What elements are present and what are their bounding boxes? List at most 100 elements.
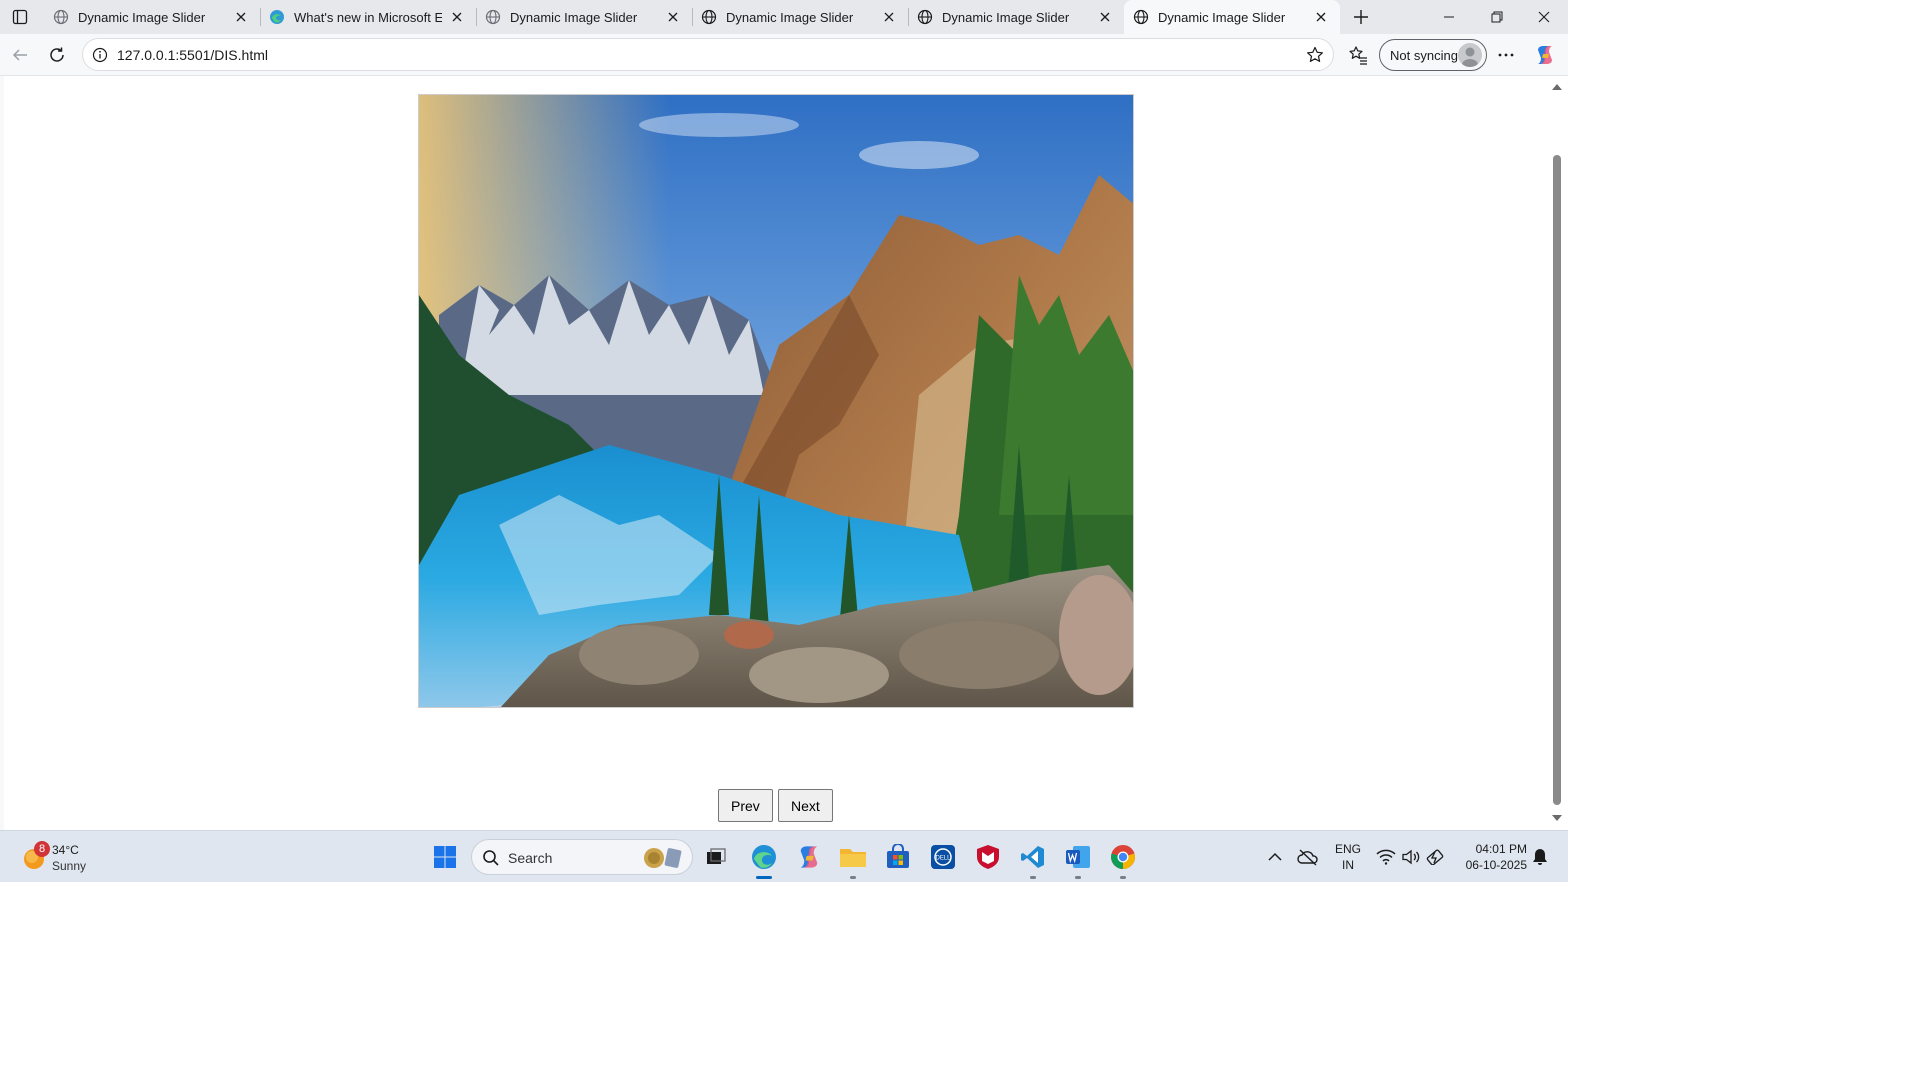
running-indicator (1075, 876, 1081, 879)
vertical-tabs-icon (12, 9, 28, 25)
svg-text:DELL: DELL (935, 856, 951, 862)
minimize-icon (1444, 16, 1454, 18)
start-button[interactable] (428, 840, 462, 874)
clock[interactable]: 04:01 PM 06-10-2025 (1455, 841, 1527, 873)
tab[interactable]: Dynamic Image Slider (476, 0, 692, 34)
profile-sync-button[interactable]: Not syncing (1379, 39, 1487, 71)
back-button[interactable] (6, 41, 34, 69)
scroll-up-arrow-icon[interactable] (1551, 83, 1563, 91)
volume-button[interactable] (1398, 840, 1424, 874)
close-tab-icon[interactable] (1312, 8, 1330, 26)
vscode-icon (1021, 846, 1044, 868)
taskbar-file-explorer[interactable] (836, 840, 870, 879)
task-view-button[interactable] (699, 840, 733, 874)
taskbar-chrome[interactable] (1106, 840, 1140, 879)
tab[interactable]: What's new in Microsoft Edge (260, 0, 476, 34)
tab-title: Dynamic Image Slider (942, 9, 1070, 25)
edge-icon (752, 845, 776, 869)
taskbar-mcafee[interactable] (971, 840, 1005, 874)
notifications-button[interactable] (1528, 840, 1552, 874)
taskbar-word[interactable] (1061, 840, 1095, 879)
scrollbar-thumb[interactable] (1553, 155, 1561, 805)
prev-button[interactable]: Prev (718, 789, 773, 822)
notification-badge: 8 (34, 841, 50, 857)
onedrive-button[interactable] (1293, 840, 1323, 874)
new-tab-button[interactable] (1349, 5, 1373, 29)
onedrive-offline-icon (1297, 849, 1318, 866)
region-code: IN (1342, 858, 1354, 872)
clock-date: 06-10-2025 (1465, 858, 1527, 872)
tab[interactable]: Dynamic Image Slider (908, 0, 1124, 34)
clock-time: 04:01 PM (1475, 842, 1527, 856)
taskbar-vscode[interactable] (1016, 840, 1050, 879)
windows-taskbar: 8 34°C Sunny Search DELL ENG IN 04:01 PM… (0, 830, 1568, 882)
globe-icon (916, 8, 934, 26)
taskbar-store[interactable] (881, 840, 915, 874)
battery-charging-icon (1426, 849, 1444, 865)
windows-logo-icon (434, 846, 456, 868)
show-hidden-icons-button[interactable] (1260, 840, 1290, 874)
plus-icon (1354, 10, 1368, 24)
search-highlight-icon (644, 848, 682, 868)
bell-icon (1533, 849, 1547, 865)
more-options-icon (1498, 53, 1514, 57)
favorite-star-icon[interactable] (1305, 45, 1325, 65)
slide-image (418, 94, 1134, 708)
close-tab-icon[interactable] (664, 8, 682, 26)
tab-list: Dynamic Image Slider What's new in Micro… (44, 0, 1340, 34)
site-info-icon[interactable] (91, 46, 109, 64)
file-explorer-icon (840, 849, 866, 867)
tab[interactable]: Dynamic Image Slider (44, 0, 260, 34)
tab-title: Dynamic Image Slider (510, 9, 638, 25)
refresh-button[interactable] (43, 41, 71, 69)
search-placeholder: Search (508, 850, 553, 866)
taskbar-search[interactable]: Search (471, 839, 693, 875)
tab-title: Dynamic Image Slider (1158, 9, 1286, 25)
taskbar-edge[interactable] (747, 840, 781, 879)
copilot-button[interactable] (1531, 41, 1559, 69)
weather-widget[interactable]: 8 34°C Sunny (20, 841, 90, 873)
search-icon (483, 850, 499, 866)
taskbar-dell[interactable]: DELL (926, 840, 960, 874)
globe-icon (484, 8, 502, 26)
speaker-icon (1402, 849, 1420, 865)
language-code: ENG (1334, 842, 1361, 856)
close-tab-icon[interactable] (448, 8, 466, 26)
globe-icon (700, 8, 718, 26)
store-icon (887, 844, 909, 868)
battery-button[interactable] (1423, 840, 1449, 874)
avatar (1458, 43, 1482, 67)
next-button[interactable]: Next (778, 789, 833, 822)
vertical-scrollbar[interactable] (1548, 76, 1568, 830)
tab[interactable]: Dynamic Image Slider (692, 0, 908, 34)
wifi-button[interactable] (1373, 840, 1399, 874)
address-bar[interactable]: 127.0.0.1:5501/DIS.html (82, 38, 1334, 71)
settings-more-button[interactable] (1492, 41, 1520, 69)
close-tab-icon[interactable] (1096, 8, 1114, 26)
close-tab-icon[interactable] (232, 8, 250, 26)
taskbar-copilot[interactable] (792, 840, 826, 874)
close-icon (1538, 11, 1550, 23)
back-arrow-icon (12, 49, 27, 61)
dell-icon: DELL (931, 845, 955, 869)
tab-actions-button[interactable] (8, 6, 32, 28)
favorites-button[interactable] (1344, 41, 1372, 69)
tab-strip: Dynamic Image Slider What's new in Micro… (0, 0, 1568, 34)
scroll-down-arrow-icon[interactable] (1551, 814, 1563, 822)
close-tab-icon[interactable] (880, 8, 898, 26)
restore-button[interactable] (1474, 0, 1520, 34)
running-indicator (1120, 876, 1126, 879)
copilot-icon (1538, 46, 1552, 64)
language-indicator[interactable]: ENG IN (1330, 841, 1366, 873)
minimize-button[interactable] (1426, 0, 1472, 34)
tab-active[interactable]: Dynamic Image Slider (1124, 0, 1340, 34)
url-text[interactable]: 127.0.0.1:5501/DIS.html (117, 47, 268, 63)
close-window-button[interactable] (1521, 0, 1567, 34)
globe-icon (1132, 8, 1150, 26)
chevron-up-icon (1268, 852, 1282, 861)
word-icon (1066, 846, 1090, 868)
wifi-icon (1376, 849, 1396, 865)
edge-icon (268, 8, 286, 26)
browser-toolbar: 127.0.0.1:5501/DIS.html Not syncing (0, 34, 1568, 76)
refresh-icon (50, 47, 64, 62)
